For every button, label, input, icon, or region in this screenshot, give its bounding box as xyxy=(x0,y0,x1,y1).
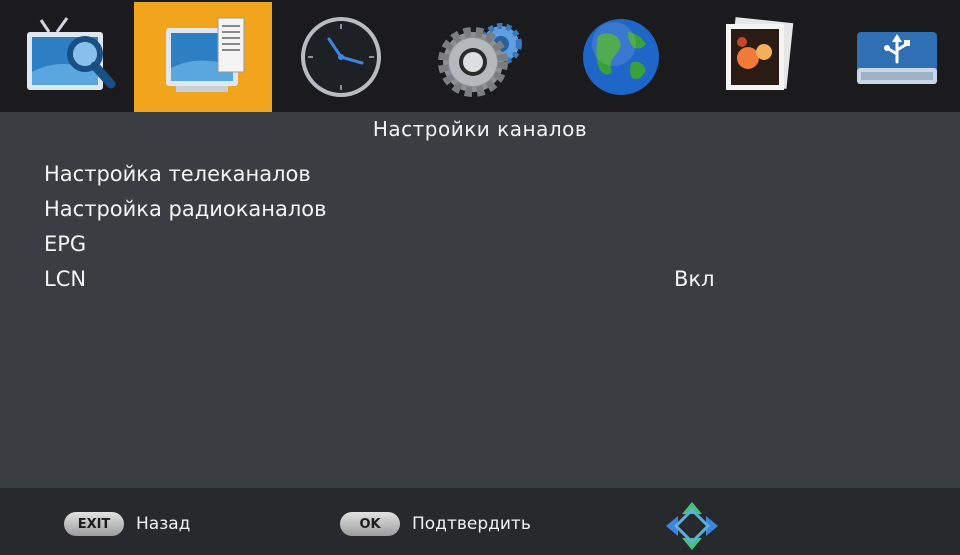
tab-usb[interactable] xyxy=(828,2,960,112)
ok-key-badge: OK xyxy=(340,512,400,536)
page-title: Настройки каналов xyxy=(372,117,588,141)
tab-time[interactable] xyxy=(272,2,410,112)
menu-item-label: Настройка радиоканалов xyxy=(44,197,327,221)
ok-hint-label: Подтвердить xyxy=(412,514,531,534)
exit-hint[interactable]: EXIT Назад xyxy=(64,512,190,536)
top-menu-bar xyxy=(0,0,960,112)
menu-item-label: EPG xyxy=(44,232,87,256)
menu-item-lcn[interactable]: LCN Вкл xyxy=(44,263,744,298)
usb-drive-icon xyxy=(857,32,937,84)
menu-item-radio-channel-setup[interactable]: Настройка радиоканалов xyxy=(44,193,744,228)
hint-bar: EXIT Назад OK Подтвердить xyxy=(0,488,960,555)
photos-icon xyxy=(726,17,794,90)
menu-item-tv-channel-setup[interactable]: Настройка телеканалов xyxy=(44,158,744,193)
exit-key-badge: EXIT xyxy=(64,512,124,536)
tab-channel-search[interactable] xyxy=(0,2,138,112)
tv-search-icon xyxy=(27,17,116,90)
lcn-value[interactable]: Вкл xyxy=(674,263,715,296)
clock-icon xyxy=(301,17,381,97)
navigation-arrows-icon xyxy=(666,502,718,550)
exit-hint-label: Назад xyxy=(136,514,191,534)
gears-icon xyxy=(438,23,522,97)
tab-system-settings[interactable] xyxy=(410,2,548,112)
ok-hint[interactable]: OK Подтвердить xyxy=(340,512,531,536)
tab-language[interactable] xyxy=(552,2,690,112)
channel-settings-icon xyxy=(166,17,245,92)
tab-media[interactable] xyxy=(690,2,828,112)
tab-channel-settings[interactable] xyxy=(134,2,272,112)
globe-icon xyxy=(583,19,659,95)
menu-item-label: Настройка телеканалов xyxy=(44,162,311,186)
menu-item-epg[interactable]: EPG xyxy=(44,228,744,263)
settings-menu: Настройка телеканалов Настройка радиокан… xyxy=(44,158,744,298)
menu-item-label: LCN xyxy=(44,267,87,291)
